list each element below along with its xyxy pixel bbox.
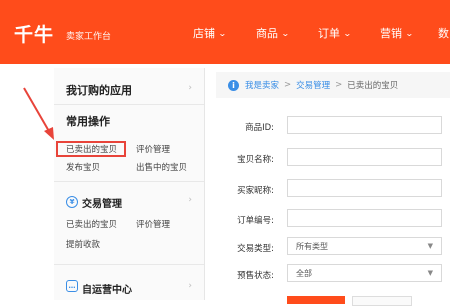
link-on-sale-items[interactable]: 出售中的宝贝 [136, 161, 187, 173]
common-ops-title: 常用操作 [66, 115, 110, 128]
highlight-annotation-box [56, 141, 126, 157]
divider [54, 264, 204, 265]
link-early-payment[interactable]: 提前收款 [66, 238, 100, 250]
trade-type-label: 交易类型: [237, 244, 274, 254]
presale-status-select[interactable]: 全部 ▼ [287, 264, 442, 282]
breadcrumb-seller[interactable]: 我是卖家 [245, 79, 279, 91]
product-id-input[interactable] [287, 116, 442, 134]
presale-status-value: 全部 [296, 269, 312, 278]
dropdown-arrow-icon: ▼ [427, 269, 433, 277]
order-no-label: 订单编号: [237, 216, 274, 226]
divider [54, 104, 204, 105]
left-sidebar: 我订购的应用 › 常用操作 已卖出的宝贝 评价管理 发布宝贝 出售中的宝贝 ¥ … [54, 68, 205, 300]
link-sold-items-2[interactable]: 已卖出的宝贝 [66, 218, 117, 230]
order-no-input[interactable] [287, 209, 442, 227]
my-apps-title[interactable]: 我订购的应用 [66, 82, 132, 98]
buyer-nick-input[interactable] [287, 179, 442, 197]
chevron-right-icon[interactable]: › [188, 195, 192, 205]
secondary-button[interactable] [352, 296, 412, 306]
breadcrumb-trade-mgmt[interactable]: 交易管理 [296, 79, 330, 91]
trade-icon: ¥ [66, 196, 78, 208]
link-review-mgmt[interactable]: 评价管理 [136, 143, 170, 155]
self-center-title[interactable]: 自运营中心 [82, 281, 132, 296]
chevron-right-icon[interactable]: › [188, 83, 192, 93]
divider [54, 181, 204, 182]
presale-status-label: 预售状态: [237, 271, 274, 281]
search-button[interactable] [287, 296, 345, 304]
link-publish-item[interactable]: 发布宝贝 [66, 161, 100, 173]
buyer-nick-label: 买家昵称: [237, 186, 274, 196]
trade-mgmt-title[interactable]: 交易管理 [82, 195, 122, 210]
product-id-label: 商品ID: [245, 123, 274, 133]
link-review-mgmt-2[interactable]: 评价管理 [136, 218, 170, 230]
trade-type-select[interactable]: 所有类型 ▼ [287, 237, 442, 255]
breadcrumb-separator: > [335, 80, 343, 90]
breadcrumb-separator: > [284, 80, 292, 90]
info-icon: i [228, 79, 239, 91]
chevron-right-icon[interactable]: › [188, 281, 192, 291]
product-name-label: 宝贝名称: [237, 155, 274, 165]
breadcrumb-current: 已卖出的宝贝 [347, 81, 399, 91]
breadcrumb: i 我是卖家 > 交易管理 > 已卖出的宝贝 [216, 72, 450, 98]
product-name-input[interactable] [287, 148, 442, 166]
dropdown-arrow-icon: ▼ [427, 242, 433, 250]
trade-type-value: 所有类型 [296, 242, 328, 251]
chat-icon: … [66, 280, 78, 292]
